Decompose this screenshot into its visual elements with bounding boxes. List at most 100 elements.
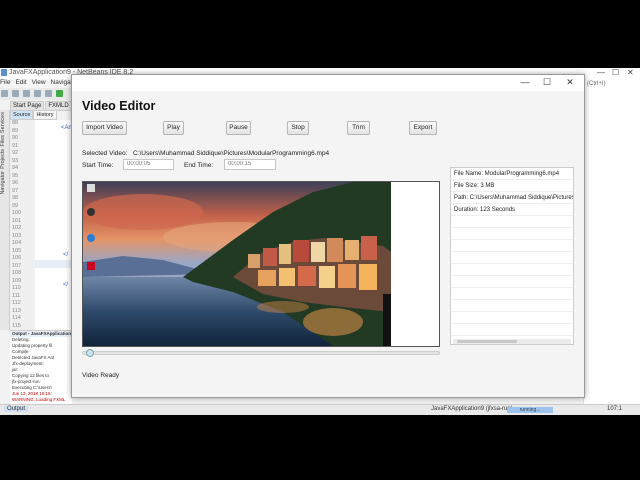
list-empty-row	[451, 252, 573, 264]
selected-video-path: C:\Users\Muhammad Siddique\Pictures\Modu…	[133, 150, 330, 157]
video-player[interactable]	[82, 181, 440, 347]
redo-icon[interactable]	[44, 90, 52, 97]
ide-minimize-icon[interactable]: —	[597, 68, 605, 77]
info-file-name: File Name: ModularProgramming6.mp4	[451, 168, 573, 180]
menu-view[interactable]: View	[32, 79, 46, 86]
line-number: 100	[12, 210, 22, 216]
list-empty-row	[451, 300, 573, 312]
trim-button[interactable]: Trim	[347, 121, 370, 135]
minimize-icon[interactable]: —	[519, 77, 531, 88]
line-number: 89	[12, 127, 19, 134]
info-duration: Duration: 123 Seconds	[451, 204, 573, 216]
sidebar-item-projects[interactable]: Projects	[0, 149, 6, 169]
line-number: 101	[12, 217, 22, 224]
output-log: Deleting: Updating property fil Compile Det…	[10, 337, 72, 403]
pause-button[interactable]: Pause	[226, 121, 251, 135]
ide-close-icon[interactable]: ✕	[627, 68, 634, 77]
line-number: 109	[12, 277, 22, 284]
close-icon[interactable]: ✕	[564, 77, 576, 88]
ide-right-panel: (Ctrl+I)	[583, 79, 640, 404]
tab-source[interactable]: Source	[10, 110, 34, 120]
line-number: 99	[12, 202, 19, 209]
line-number: 110	[12, 285, 21, 291]
end-time-label: End Time:	[184, 162, 214, 169]
line-number: 95	[12, 172, 19, 179]
line-number: 114	[12, 315, 21, 321]
run-icon[interactable]	[55, 90, 63, 97]
run-status: JavaFXApplication9 (jfxsa-run)	[431, 406, 513, 412]
line-number: 108	[12, 270, 22, 276]
line-number: 91	[12, 142, 19, 149]
video-editor-window: — ☐ ✕ Video Editor Import Video Play Pau…	[71, 74, 585, 398]
maximize-icon[interactable]: ☐	[541, 77, 553, 88]
shortcut-hint: (Ctrl+I)	[587, 81, 606, 87]
code-tag: </	[63, 252, 69, 258]
caret-position: 107:1	[607, 406, 623, 412]
start-time-label: Start Time:	[82, 162, 114, 169]
import-video-button[interactable]: Import Video	[82, 121, 127, 135]
line-number: 88	[12, 120, 19, 126]
line-number: 106	[12, 255, 22, 261]
line-number: 93	[12, 157, 19, 164]
save-icon[interactable]	[22, 90, 30, 97]
horizontal-scrollbar[interactable]	[453, 339, 571, 344]
info-path: Path: C:\Users\Muhammad Siddique\Picture…	[451, 192, 573, 204]
lake-village-image	[83, 182, 391, 346]
line-number: 94	[12, 165, 19, 171]
ide-side-panel: Services Files Projects Navigator	[0, 110, 10, 330]
ide-source-tabs: Source History	[10, 110, 70, 120]
run-progress-bar: running...	[507, 407, 553, 413]
list-empty-row	[451, 216, 573, 228]
menu-edit[interactable]: Edit	[15, 79, 26, 86]
line-number: 90	[12, 135, 19, 141]
output-panel: Output - JavaFXApplication9 (jfx Deletin…	[10, 330, 72, 405]
undo-icon[interactable]	[33, 90, 41, 97]
stop-button[interactable]: Stop	[287, 121, 309, 135]
seek-slider-track[interactable]	[82, 351, 440, 355]
line-number: 104	[12, 240, 22, 246]
line-number: 112	[12, 300, 21, 306]
sidebar-item-files[interactable]: Files	[0, 135, 6, 147]
window-titlebar: — ☐ ✕	[72, 75, 584, 91]
desktop-recycle-icon	[87, 184, 95, 192]
ide-menubar: File Edit View Navigate	[0, 79, 80, 88]
new-project-icon[interactable]	[1, 90, 8, 97]
end-time-input[interactable]	[224, 159, 276, 170]
list-empty-row	[451, 240, 573, 252]
export-button[interactable]: Export	[409, 121, 437, 135]
seek-slider-handle[interactable]	[86, 349, 94, 357]
tab-history[interactable]: History	[33, 110, 57, 120]
line-number: 92	[12, 150, 19, 156]
list-empty-row	[451, 312, 573, 324]
ide-maximize-icon[interactable]: ☐	[612, 68, 619, 77]
list-empty-row	[451, 264, 573, 276]
sidebar-item-services[interactable]: Services	[0, 112, 6, 133]
line-number: 111	[12, 292, 21, 299]
line-number-gutter: 88 89 90 91 92 93 94 95 96 97 98 99 100 101 102 103 104 1…	[10, 120, 34, 330]
page-title: Video Editor	[82, 99, 156, 113]
menu-file[interactable]: File	[0, 79, 10, 86]
list-empty-row	[451, 288, 573, 300]
info-file-size: File Size: 3 MB	[451, 180, 573, 192]
code-tag: </	[63, 282, 69, 288]
line-number: 107	[12, 262, 22, 269]
line-number: 98	[12, 195, 19, 201]
line-number: 97	[12, 187, 19, 194]
sidebar-item-navigator[interactable]: Navigator	[0, 171, 6, 195]
line-number: 102	[12, 225, 22, 231]
start-time-input[interactable]	[123, 159, 174, 170]
scrollbar-thumb[interactable]	[457, 340, 517, 343]
line-number: 103	[12, 232, 22, 239]
list-empty-row	[451, 276, 573, 288]
line-number: 113	[12, 307, 21, 314]
list-empty-row	[451, 324, 573, 336]
ide-statusbar: Output JavaFXApplication9 (jfxsa-run) ru…	[0, 404, 640, 415]
current-line-highlight	[35, 260, 75, 268]
status-text: Video Ready	[82, 372, 120, 379]
line-number: 115	[12, 322, 21, 329]
code-editor[interactable]: <An </ <l </	[35, 120, 75, 330]
output-tab[interactable]: Output	[4, 406, 29, 412]
file-info-list[interactable]: File Name: ModularProgramming6.mp4 File …	[450, 167, 574, 345]
open-icon[interactable]	[11, 90, 19, 97]
play-button[interactable]: Play	[163, 121, 184, 135]
